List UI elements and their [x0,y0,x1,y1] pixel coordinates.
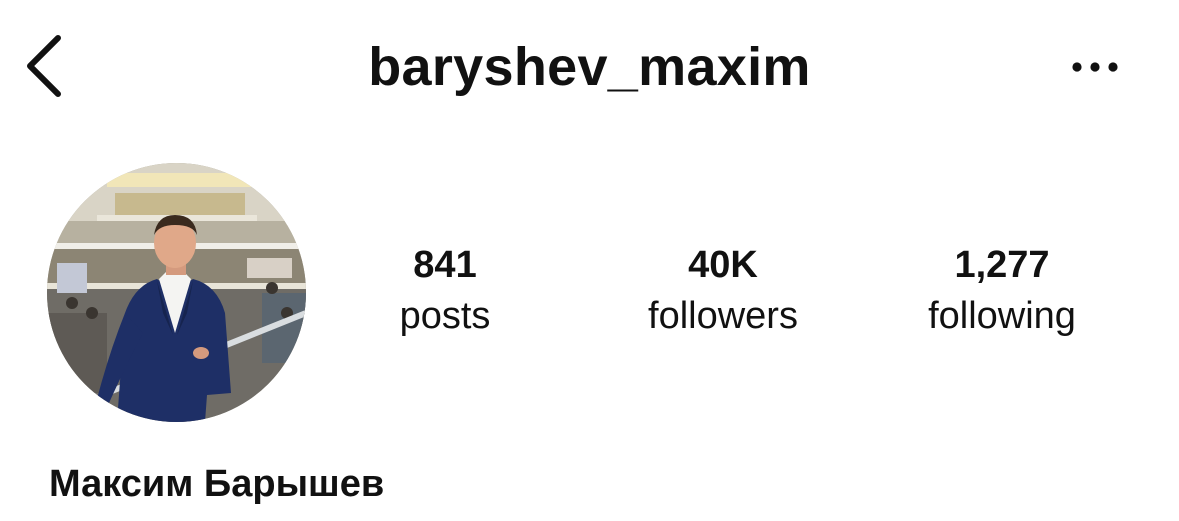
profile-header: baryshev_maxim [0,0,1179,135]
following-stat[interactable]: 1,277 following [882,240,1122,342]
posts-label: posts [399,295,491,337]
more-options-button[interactable] [1066,45,1126,89]
followers-label: followers [648,295,798,337]
following-count: 1,277 [954,244,1050,286]
followers-stat[interactable]: 40K followers [603,240,843,342]
following-label: following [928,295,1076,337]
posts-stat[interactable]: 841 posts [325,240,565,342]
chevron-left-icon [27,35,61,97]
profile-photo [47,163,306,422]
ellipsis-horizontal-icon [1072,62,1118,72]
posts-count: 841 [413,244,477,286]
profile-display-name: Максим Барышев [49,463,385,505]
profile-avatar[interactable] [47,163,306,422]
profile-username: baryshev_maxim [368,37,811,97]
followers-count: 40K [688,244,758,286]
back-button[interactable] [20,32,70,100]
